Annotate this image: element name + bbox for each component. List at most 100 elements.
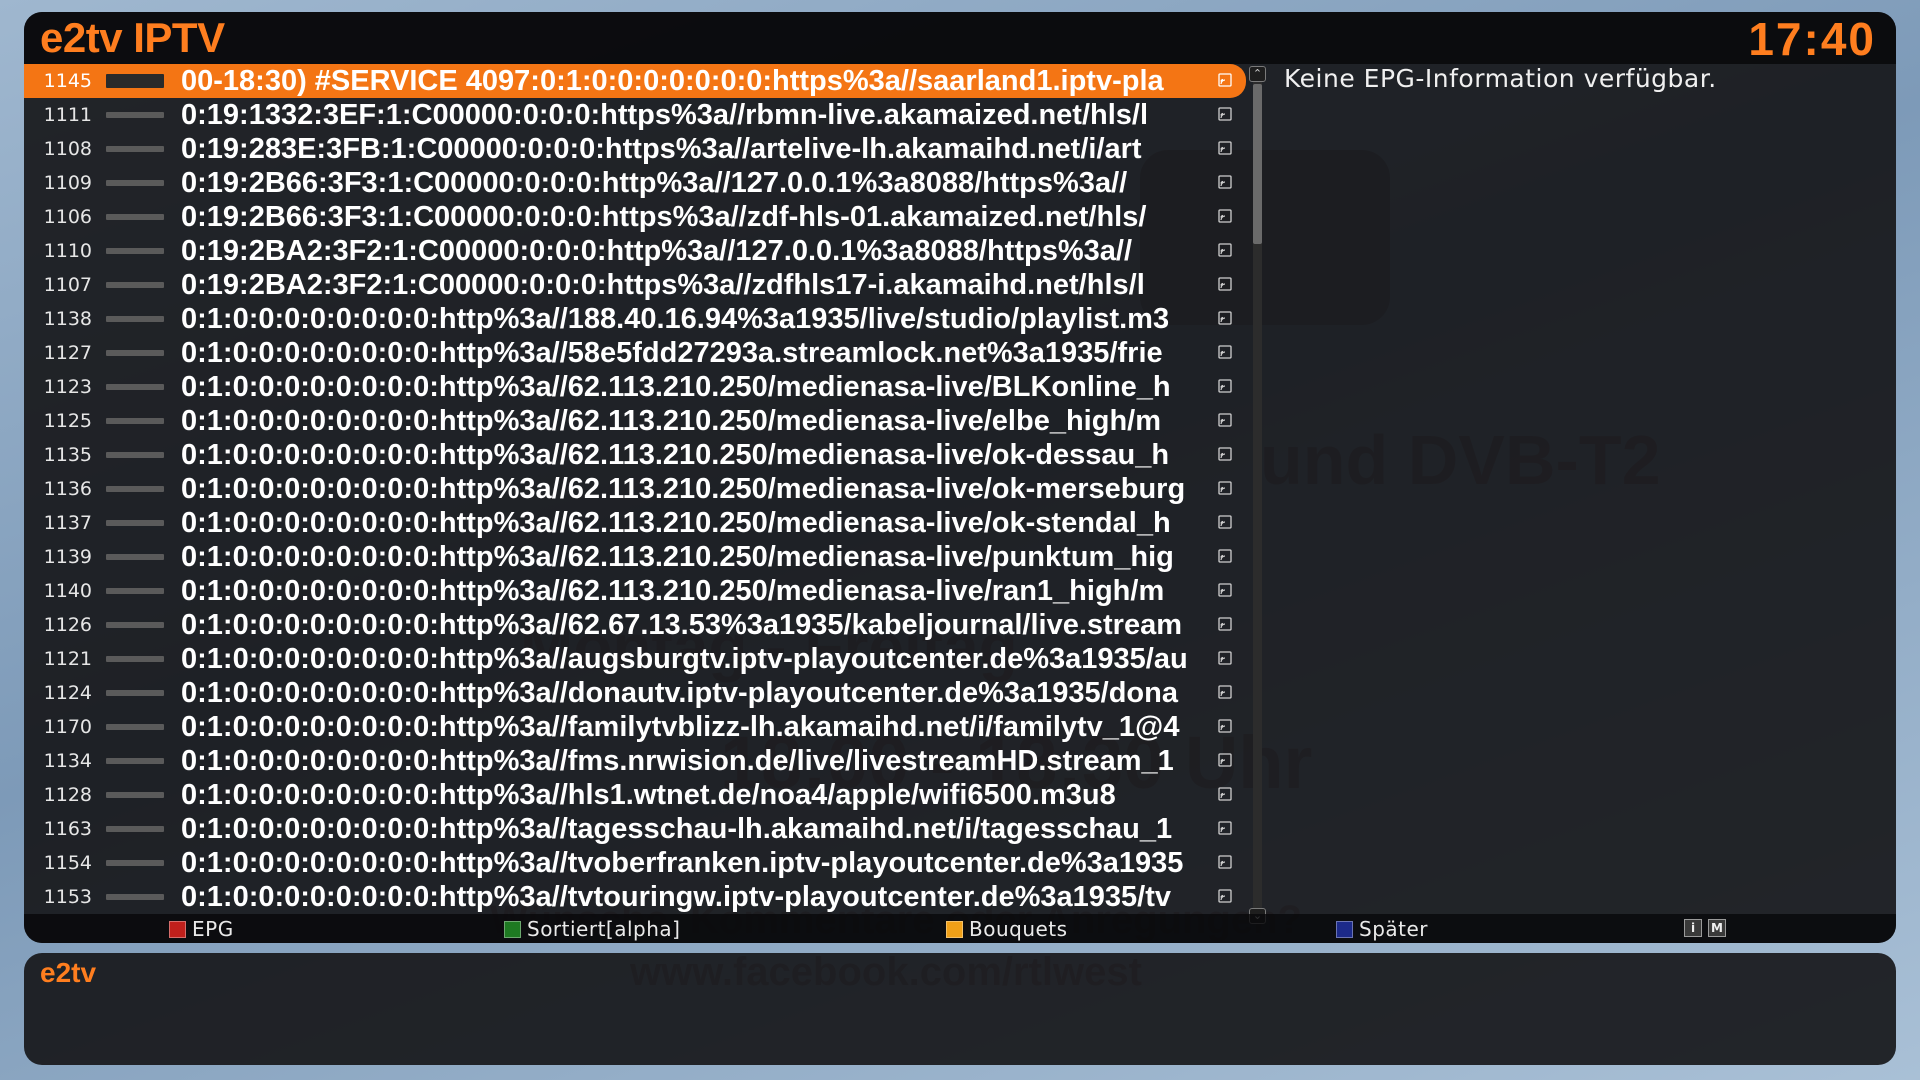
stream-icon [1218, 685, 1232, 699]
stream-icon [1218, 651, 1232, 665]
info-key-icon[interactable]: i [1684, 919, 1702, 937]
channel-row[interactable]: 1134 0:1:0:0:0:0:0:0:0:0:http%3a//fms.nrw… [24, 744, 1246, 778]
blue-button-later[interactable]: Später [1336, 917, 1428, 941]
channel-name: 0:1:0:0:0:0:0:0:0:0:http%3a//188.40.16.9… [181, 303, 1170, 335]
progress-bar-icon [106, 248, 164, 254]
stream-icon [1218, 447, 1232, 461]
scrollbar[interactable]: ⌃ ⌄ [1249, 66, 1266, 924]
channel-row[interactable]: 1127 0:1:0:0:0:0:0:0:0:0:http%3a//58e5fdd… [24, 336, 1246, 370]
channel-name: 0:1:0:0:0:0:0:0:0:0:http%3a//hls1.wtnet.… [181, 779, 1116, 811]
channel-name: 0:19:2B66:3F3:1:C00000:0:0:0:http%3a//12… [181, 167, 1128, 199]
channel-name: 0:1:0:0:0:0:0:0:0:0:http%3a//62.113.210.… [181, 541, 1174, 573]
scroll-thumb[interactable] [1253, 84, 1262, 244]
stream-icon [1218, 175, 1232, 189]
channel-name: 0:1:0:0:0:0:0:0:0:0:http%3a//62.67.13.53… [181, 609, 1182, 641]
stream-icon [1218, 311, 1232, 325]
channel-number: 1126 [43, 614, 92, 636]
channel-number: 1128 [43, 784, 92, 806]
stream-icon [1218, 243, 1232, 257]
progress-bar-icon [106, 486, 164, 492]
progress-bar-icon [106, 826, 164, 832]
channel-number: 1135 [43, 444, 92, 466]
channel-number: 1137 [43, 512, 92, 534]
stream-icon [1218, 787, 1232, 801]
app-title: e2tv IPTV [40, 14, 225, 61]
channel-selection-panel: e2tv IPTV 17:40 1145 00-18:30) #SERVICE 4… [24, 12, 1896, 943]
channel-row[interactable]: 1135 0:1:0:0:0:0:0:0:0:0:http%3a//62.113.… [24, 438, 1246, 472]
menu-key-icon[interactable]: M [1708, 919, 1726, 937]
channel-row[interactable]: 1124 0:1:0:0:0:0:0:0:0:0:http%3a//donautv… [24, 676, 1246, 710]
channel-row[interactable]: 1121 0:1:0:0:0:0:0:0:0:0:http%3a//augsbur… [24, 642, 1246, 676]
channel-number: 1110 [43, 240, 92, 262]
channel-name: 0:1:0:0:0:0:0:0:0:0:http%3a//62.113.210.… [181, 473, 1186, 505]
channel-row[interactable]: 1108 0:19:283E:3FB:1:C00000:0:0:0:https%3… [24, 132, 1246, 166]
channel-name: 0:1:0:0:0:0:0:0:0:0:http%3a//tagesschau-… [181, 813, 1173, 845]
progress-bar-icon [106, 214, 164, 220]
channel-number: 1127 [43, 342, 92, 364]
stream-icon [1218, 141, 1232, 155]
scroll-up-arrow-icon[interactable]: ⌃ [1249, 66, 1266, 82]
channel-number: 1121 [43, 648, 92, 670]
progress-bar-icon [106, 350, 164, 356]
red-button-epg[interactable]: EPG [169, 917, 234, 941]
green-button-sort[interactable]: Sortiert[alpha] [504, 917, 680, 941]
channel-row[interactable]: 1138 0:1:0:0:0:0:0:0:0:0:http%3a//188.40.… [24, 302, 1246, 336]
stream-icon [1218, 209, 1232, 223]
channel-list[interactable]: 1145 00-18:30) #SERVICE 4097:0:1:0:0:0:0:… [24, 64, 1246, 924]
channel-name: 0:1:0:0:0:0:0:0:0:0:http%3a//62.113.210.… [181, 507, 1171, 539]
channel-row[interactable]: 1123 0:1:0:0:0:0:0:0:0:0:http%3a//62.113.… [24, 370, 1246, 404]
channel-row[interactable]: 1140 0:1:0:0:0:0:0:0:0:0:http%3a//62.113.… [24, 574, 1246, 608]
channel-row-selected[interactable]: 1145 00-18:30) #SERVICE 4097:0:1:0:0:0:0:… [24, 64, 1246, 98]
clock: 17:40 [1748, 13, 1876, 65]
channel-number: 1145 [43, 70, 92, 92]
stream-icon [1218, 73, 1232, 87]
channel-name: 0:19:2BA2:3F2:1:C00000:0:0:0:https%3a//z… [181, 269, 1145, 301]
progress-bar-icon [106, 418, 164, 424]
channel-number: 1125 [43, 410, 92, 432]
color-button-bar: EPG Sortiert[alpha] Bouquets Später i M [24, 914, 1896, 943]
channel-row[interactable]: 1128 0:1:0:0:0:0:0:0:0:0:http%3a//hls1.wt… [24, 778, 1246, 812]
stream-icon [1218, 549, 1232, 563]
stream-icon [1218, 583, 1232, 597]
progress-bar-icon [106, 792, 164, 798]
channel-row[interactable]: 1111 0:19:1332:3EF:1:C00000:0:0:0:https%3… [24, 98, 1246, 132]
yellow-button-bouquets[interactable]: Bouquets [946, 917, 1068, 941]
red-key-icon [169, 920, 186, 938]
progress-bar-icon [106, 282, 164, 288]
channel-row[interactable]: 1163 0:1:0:0:0:0:0:0:0:0:http%3a//tagessc… [24, 812, 1246, 846]
stream-icon [1218, 481, 1232, 495]
channel-row[interactable]: 1137 0:1:0:0:0:0:0:0:0:0:http%3a//62.113.… [24, 506, 1246, 540]
channel-number: 1109 [43, 172, 92, 194]
channel-row[interactable]: 1136 0:1:0:0:0:0:0:0:0:0:http%3a//62.113.… [24, 472, 1246, 506]
channel-number: 1136 [43, 478, 92, 500]
channel-name: 0:1:0:0:0:0:0:0:0:0:http%3a//62.113.210.… [181, 575, 1165, 607]
green-key-icon [504, 920, 521, 938]
channel-name: 0:1:0:0:0:0:0:0:0:0:http%3a//familytvbli… [181, 711, 1180, 743]
channel-number: 1123 [43, 376, 92, 398]
stream-icon [1218, 617, 1232, 631]
channel-row[interactable]: 1126 0:1:0:0:0:0:0:0:0:0:http%3a//62.67.1… [24, 608, 1246, 642]
progress-bar-icon [106, 520, 164, 526]
blue-key-icon [1336, 920, 1353, 938]
channel-row[interactable]: 1153 0:1:0:0:0:0:0:0:0:0:http%3a//tvtouri… [24, 880, 1246, 914]
stream-icon [1218, 345, 1232, 359]
channel-number: 1124 [43, 682, 92, 704]
progress-bar-icon [106, 860, 164, 866]
channel-name: 0:1:0:0:0:0:0:0:0:0:http%3a//62.113.210.… [181, 405, 1161, 437]
channel-row[interactable]: 1125 0:1:0:0:0:0:0:0:0:0:http%3a//62.113.… [24, 404, 1246, 438]
channel-row[interactable]: 1107 0:19:2BA2:3F2:1:C00000:0:0:0:https%3… [24, 268, 1246, 302]
progress-bar-icon [106, 316, 164, 322]
channel-name: 0:19:283E:3FB:1:C00000:0:0:0:https%3a//a… [181, 133, 1142, 165]
progress-bar-icon [106, 622, 164, 628]
channel-row[interactable]: 1109 0:19:2B66:3F3:1:C00000:0:0:0:http%3a… [24, 166, 1246, 200]
channel-row[interactable]: 1170 0:1:0:0:0:0:0:0:0:0:http%3a//familyt… [24, 710, 1246, 744]
channel-row[interactable]: 1106 0:19:2B66:3F3:1:C00000:0:0:0:https%3… [24, 200, 1246, 234]
channel-name: 0:1:0:0:0:0:0:0:0:0:http%3a//augsburgtv.… [181, 643, 1188, 675]
channel-row[interactable]: 1154 0:1:0:0:0:0:0:0:0:0:http%3a//tvoberf… [24, 846, 1246, 880]
yellow-key-icon [946, 920, 963, 938]
progress-bar-icon [106, 588, 164, 594]
channel-row[interactable]: 1139 0:1:0:0:0:0:0:0:0:0:http%3a//62.113.… [24, 540, 1246, 574]
channel-row[interactable]: 1110 0:19:2BA2:3F2:1:C00000:0:0:0:http%3a… [24, 234, 1246, 268]
channel-number: 1163 [43, 818, 92, 840]
stream-icon [1218, 515, 1232, 529]
